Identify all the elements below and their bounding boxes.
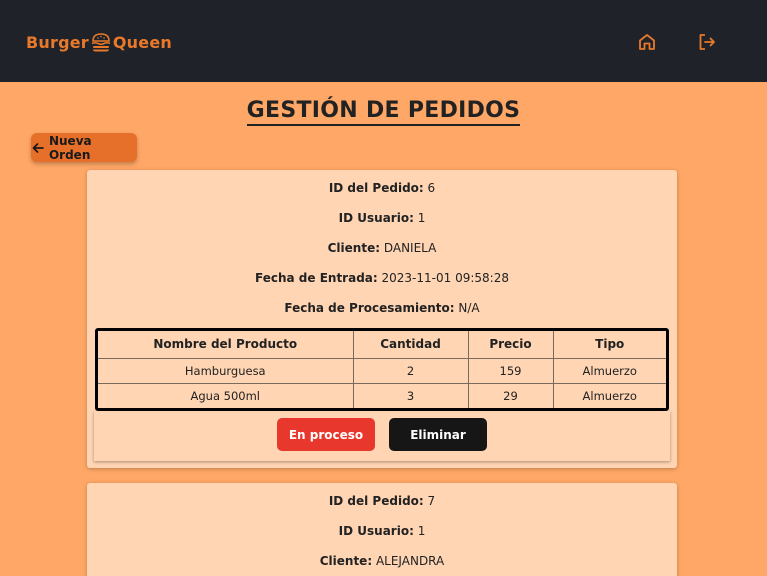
order-products-table: Nombre del Producto Cantidad Precio Tipo… <box>95 328 669 411</box>
arrow-left-icon <box>32 142 44 153</box>
top-navbar: Burger Queen <box>0 0 767 82</box>
order-id-field: ID del Pedido: 7 <box>328 494 436 508</box>
processed-date-field: Fecha de Procesamiento: N/A <box>284 301 480 315</box>
order-id-field: ID del Pedido: 6 <box>328 181 436 195</box>
logout-button[interactable] <box>695 30 719 54</box>
logo-text-burger: Burger <box>26 32 89 52</box>
table-cell: 159 <box>467 357 554 384</box>
client-field: Cliente: ALEJANDRA <box>319 554 445 568</box>
table-row: Agua 500ml 3 29 Almuerzo <box>98 382 666 408</box>
order-card: ID del Pedido: 6 ID Usuario: 1 Cliente: … <box>87 170 677 468</box>
column-header: Nombre del Producto <box>98 331 354 359</box>
entry-date-value: 2023-11-01 09:58:28 <box>381 271 509 285</box>
order-card: ID del Pedido: 7 ID Usuario: 1 Cliente: … <box>87 483 677 576</box>
in-process-button[interactable]: En proceso <box>277 418 375 451</box>
column-header: Tipo <box>552 331 666 359</box>
table-cell: Agua 500ml <box>98 382 354 408</box>
new-order-label: Nueva Orden <box>48 133 92 162</box>
table-cell: Almuerzo <box>552 382 666 408</box>
order-id-value: 6 <box>427 181 436 195</box>
order-id-value: 7 <box>427 494 436 508</box>
table-cell: 29 <box>467 382 554 408</box>
table-cell: 2 <box>352 357 469 384</box>
order-actions: En proceso Eliminar <box>94 411 670 461</box>
client-value: DANIELA <box>383 241 437 255</box>
client-value: ALEJANDRA <box>375 554 445 568</box>
table-cell: Almuerzo <box>552 357 666 384</box>
user-id-field: ID Usuario: 1 <box>338 524 426 538</box>
table-row: Hamburguesa 2 159 Almuerzo <box>98 357 666 384</box>
user-id-value: 1 <box>417 211 426 225</box>
logo-text-queen: Queen <box>112 32 172 52</box>
user-id-value: 1 <box>417 524 426 538</box>
new-order-button[interactable]: Nueva Orden <box>31 133 137 162</box>
delete-button[interactable]: Eliminar <box>389 418 487 451</box>
brand-logo[interactable]: Burger Queen <box>26 30 172 54</box>
table-cell: 3 <box>352 382 469 408</box>
processed-date-value: N/A <box>458 301 480 315</box>
entry-date-field: Fecha de Entrada: 2023-11-01 09:58:28 <box>255 271 509 285</box>
table-header-row: Nombre del Producto Cantidad Precio Tipo <box>98 331 666 359</box>
burger-icon <box>90 31 112 53</box>
column-header: Precio <box>467 331 554 359</box>
column-header: Cantidad <box>352 331 469 359</box>
home-button[interactable] <box>635 30 659 54</box>
table-cell: Hamburguesa <box>98 357 354 384</box>
logout-icon <box>699 34 715 50</box>
page-title: GESTIÓN DE PEDIDOS <box>0 98 767 126</box>
user-id-field: ID Usuario: 1 <box>338 211 426 225</box>
client-field: Cliente: DANIELA <box>327 241 437 255</box>
home-icon <box>639 34 655 50</box>
